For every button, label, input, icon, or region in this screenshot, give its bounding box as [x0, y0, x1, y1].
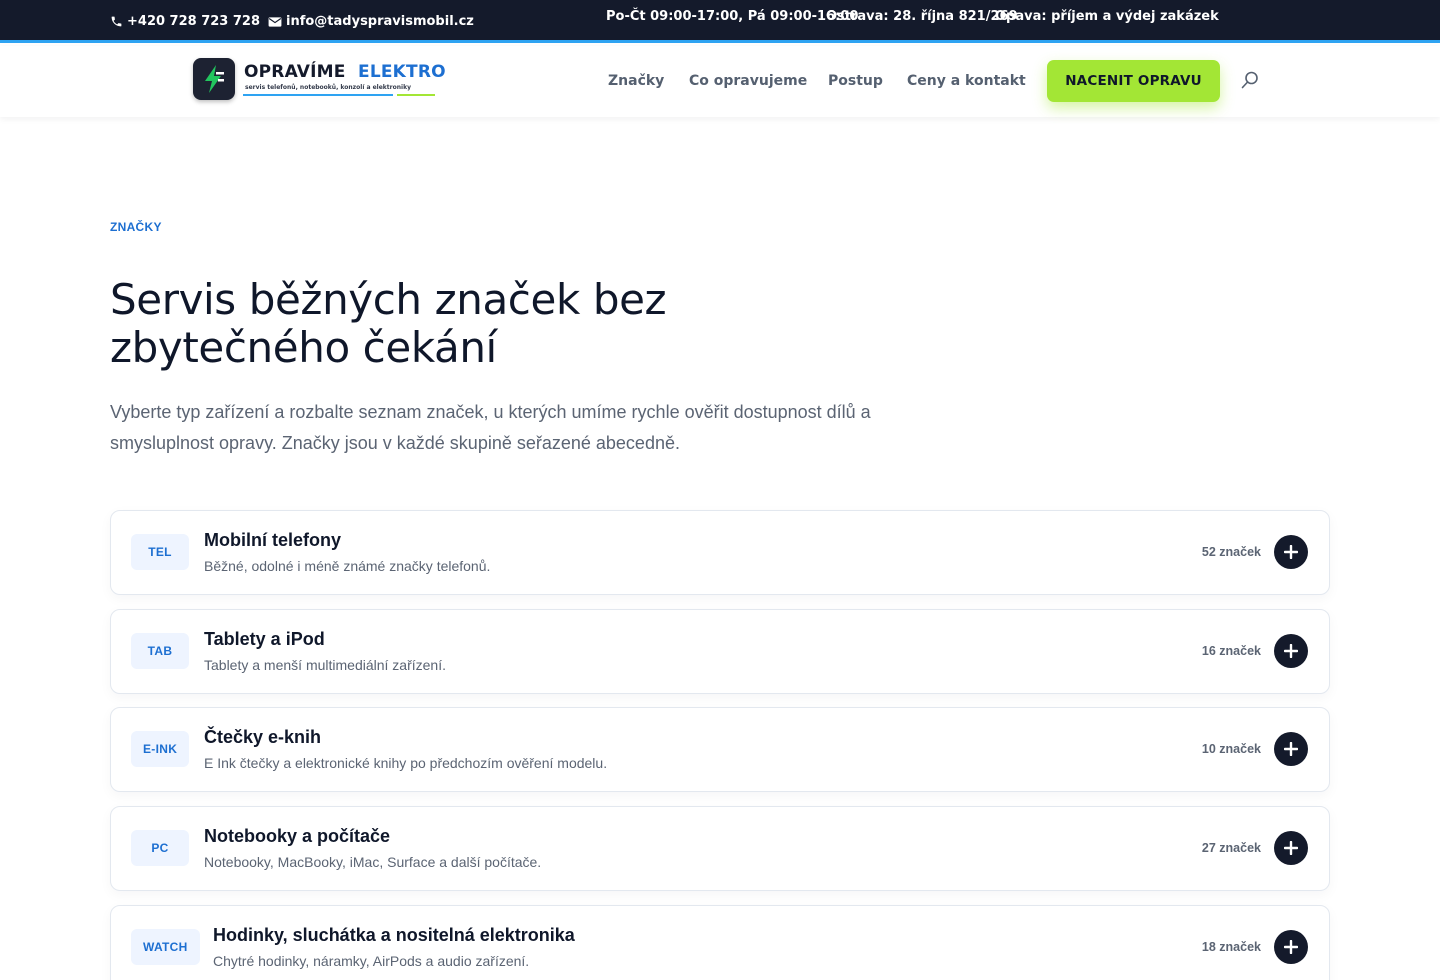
address-ostrava: Ostrava: 28. října 821/269 [826, 9, 1018, 24]
brand-count: 18 značek [1201, 940, 1261, 954]
category-desc: Notebooky, MacBooky, iMac, Surface a dal… [204, 854, 542, 870]
category-title: Mobilní telefony [204, 530, 341, 550]
plus-icon [1284, 940, 1298, 954]
expand-button[interactable] [1274, 535, 1308, 569]
category-card-wearables[interactable]: WATCH Hodinky, sluchátka a nositelná ele… [110, 905, 1330, 980]
phone-text: +420 728 723 728 [127, 14, 261, 29]
page-lead: Vyberte typ zařízení a rozbalte seznam z… [110, 402, 871, 453]
category-desc: Tablety a menší multimediální zařízení. [204, 657, 446, 673]
category-desc: Chytré hodinky, náramky, AirPods a audio… [213, 953, 530, 969]
page-title: Servis běžných značek bez zbytečného ček… [110, 275, 667, 372]
category-card-tablets[interactable]: TAB Tablety a iPod Tablety a menší multi… [110, 609, 1330, 694]
category-title: Čtečky e-knih [204, 727, 322, 747]
plus-icon [1284, 545, 1298, 559]
phone-icon [111, 16, 122, 27]
category-badge: E-INK [131, 731, 190, 767]
site-logo[interactable]: OPRAVÍME ELEKTRO servis telefonů, notebo… [193, 57, 453, 103]
section-eyebrow: ZNAČKY [110, 220, 162, 234]
category-badge: PC [131, 830, 189, 866]
address-opava: Opava: příjem a výdej zakázek [995, 9, 1219, 24]
category-card-ereaders[interactable]: E-INK Čtečky e-knih E Ink čtečky a elekt… [110, 707, 1330, 792]
category-title: Notebooky a počítače [204, 826, 391, 846]
brand-count: 27 značek [1201, 841, 1261, 855]
brand-count: 16 značek [1201, 644, 1261, 658]
plus-icon [1284, 644, 1298, 658]
nav-link-znacky[interactable]: Značky [608, 73, 664, 89]
expand-button[interactable] [1274, 831, 1308, 865]
category-desc: Běžné, odolné i méně známé značky telefo… [204, 558, 491, 574]
envelope-icon [268, 16, 282, 27]
logo-underline-green [397, 94, 435, 96]
brand-count: 52 značek [1201, 545, 1261, 559]
plus-icon [1284, 841, 1298, 855]
category-title: Hodinky, sluchátka a nositelná elektroni… [213, 925, 575, 945]
nav-link-postup[interactable]: Postup [828, 73, 883, 89]
logo-underline-blue [243, 94, 393, 96]
opening-hours: Po-Čt 09:00-17:00, Pá 09:00-16:00 [606, 9, 859, 24]
expand-button[interactable] [1274, 732, 1308, 766]
category-card-phones[interactable]: TEL Mobilní telefony Běžné, odolné i mén… [110, 510, 1330, 595]
email-link[interactable]: info@tadyspravismobil.cz [268, 14, 474, 29]
category-badge: WATCH [131, 929, 200, 965]
logo-tagline: servis telefonů, notebooků, konzolí a el… [245, 84, 411, 91]
category-badge: TEL [131, 534, 189, 570]
expand-button[interactable] [1274, 930, 1308, 964]
top-bar: +420 728 723 728 info@tadyspravismobil.c… [0, 0, 1440, 43]
logo-word-elektro: ELEKTRO [358, 62, 446, 82]
email-text: info@tadyspravismobil.cz [286, 14, 474, 29]
category-badge: TAB [131, 633, 189, 669]
category-desc: E Ink čtečky a elektronické knihy po pře… [204, 755, 608, 771]
phone-link[interactable]: +420 728 723 728 [110, 14, 260, 29]
category-title: Tablety a iPod [204, 629, 325, 649]
search-icon[interactable] [1241, 71, 1259, 89]
brand-count: 10 značek [1201, 742, 1261, 756]
logo-word-opravime: OPRAVÍME [244, 62, 346, 82]
category-card-computers[interactable]: PC Notebooky a počítače Notebooky, MacBo… [110, 806, 1330, 891]
lightning-logo-icon [193, 58, 235, 100]
expand-button[interactable] [1274, 634, 1308, 668]
quote-repair-button[interactable]: NACENIT OPRAVU [1047, 60, 1220, 102]
nav-link-ceny-a-kontakt[interactable]: Ceny a kontakt [907, 73, 1026, 89]
plus-icon [1284, 742, 1298, 756]
site-header: OPRAVÍME ELEKTRO servis telefonů, notebo… [0, 46, 1440, 117]
nav-link-co-opravujeme[interactable]: Co opravujeme [689, 73, 807, 89]
